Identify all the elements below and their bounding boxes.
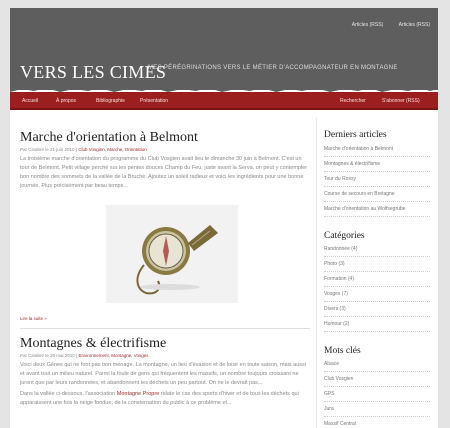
post-title[interactable]: Marche d'orientation à Belmont: [20, 130, 310, 146]
site-header: Articles (RSS) Articles (RSS) VERS LES C…: [10, 8, 438, 90]
post-2: Montagnes & électrifisme Par Cinabre le …: [20, 336, 310, 408]
tag-item[interactable]: GPS: [324, 387, 430, 402]
recent-post-item[interactable]: Marche d'orientation à Belmont: [324, 142, 430, 157]
tags-heading: Mots clés: [324, 346, 361, 356]
tag-item[interactable]: Club Vosgien: [324, 372, 430, 387]
post-date: Par Cinabre le 26 mai 2010: [20, 353, 75, 358]
tag-item[interactable]: Massif Central: [324, 417, 430, 428]
rss-comments-link[interactable]: Articles (RSS): [399, 22, 430, 28]
recent-post-item[interactable]: Marche d'orientation au Wolfsegrube: [324, 202, 430, 217]
nav-accueil[interactable]: Accueil: [22, 98, 38, 104]
post-meta: Par Cinabre le 26 mai 2010 | Environneme…: [20, 353, 149, 358]
post-date: Par Cinabre le 21 juin 2010: [20, 147, 75, 152]
categories-heading: Catégories: [324, 231, 365, 241]
recent-post-item[interactable]: Tour du Rossy: [324, 172, 430, 187]
nav-presentation[interactable]: Présentation: [140, 98, 168, 104]
column-divider: [316, 118, 317, 428]
category-item[interactable]: Formation (4): [324, 272, 430, 287]
post-tags[interactable]: Club Vosgien, Marche, Orientation: [78, 147, 147, 152]
category-item[interactable]: Randonnée (4): [324, 242, 430, 257]
site-tagline: MES PÉRÉGRINATIONS VERS LE MÉTIER D'ACCO…: [148, 65, 398, 71]
post-separator: [20, 328, 310, 329]
site-title[interactable]: VERS LES CIMES: [20, 62, 166, 83]
main-nav: Accueil À propos Bibliographie Présentat…: [10, 92, 438, 110]
nav-bibliographie[interactable]: Bibliographie: [96, 98, 125, 104]
sidebar: Derniers articles Marche d'orientation à…: [324, 130, 430, 428]
top-links: Articles (RSS) Articles (RSS): [338, 22, 430, 28]
post-1: Marche d'orientation à Belmont Par Cinab…: [20, 130, 310, 191]
post-meta: Par Cinabre le 21 juin 2010 | Club Vosgi…: [20, 147, 147, 152]
category-item[interactable]: Humour (2): [324, 317, 430, 332]
categories-list: Randonnée (4) Photo (3) Formation (4) Vo…: [324, 242, 430, 332]
category-item[interactable]: Vosges (7): [324, 287, 430, 302]
post-tags[interactable]: Environnement, Montagne, Vosges: [78, 353, 148, 358]
montagne-propre-link[interactable]: Montagne Propre: [117, 391, 160, 397]
nav-rechercher[interactable]: Rechercher: [340, 98, 366, 104]
recent-post-item[interactable]: Montagnes & électrifisme: [324, 157, 430, 172]
main-content: Marche d'orientation à Belmont Par Cinab…: [20, 130, 310, 406]
read-more-link[interactable]: Lire la suite »: [20, 316, 47, 321]
tag-item[interactable]: Jura: [324, 402, 430, 417]
post-excerpt: La troisième marche d'orientation du pro…: [20, 156, 308, 189]
nav-abonner-rss[interactable]: S'abonner (RSS): [382, 98, 420, 104]
compass-photo[interactable]: [106, 205, 238, 303]
post-excerpt: Voici deux Gênes qui ne font pas bon mén…: [20, 362, 307, 386]
recent-post-item[interactable]: Course de secours en Bretagne: [324, 187, 430, 202]
recent-posts-heading: Derniers articles: [324, 130, 387, 140]
recent-posts-list: Marche d'orientation à Belmont Montagnes…: [324, 142, 430, 217]
category-item[interactable]: Divers (3): [324, 302, 430, 317]
tags-list: Alsace Club Vosgien GPS Jura Massif Cent…: [324, 357, 430, 428]
category-item[interactable]: Photo (3): [324, 257, 430, 272]
post-excerpt-continued: Dans la vallée ci-dessous, l'association…: [20, 391, 299, 406]
post-title[interactable]: Montagnes & électrifisme: [20, 336, 310, 352]
tag-item[interactable]: Alsace: [324, 357, 430, 372]
rss-articles-link[interactable]: Articles (RSS): [352, 22, 383, 28]
page: Articles (RSS) Articles (RSS) VERS LES C…: [10, 8, 438, 428]
nav-a-propos[interactable]: À propos: [56, 98, 76, 104]
